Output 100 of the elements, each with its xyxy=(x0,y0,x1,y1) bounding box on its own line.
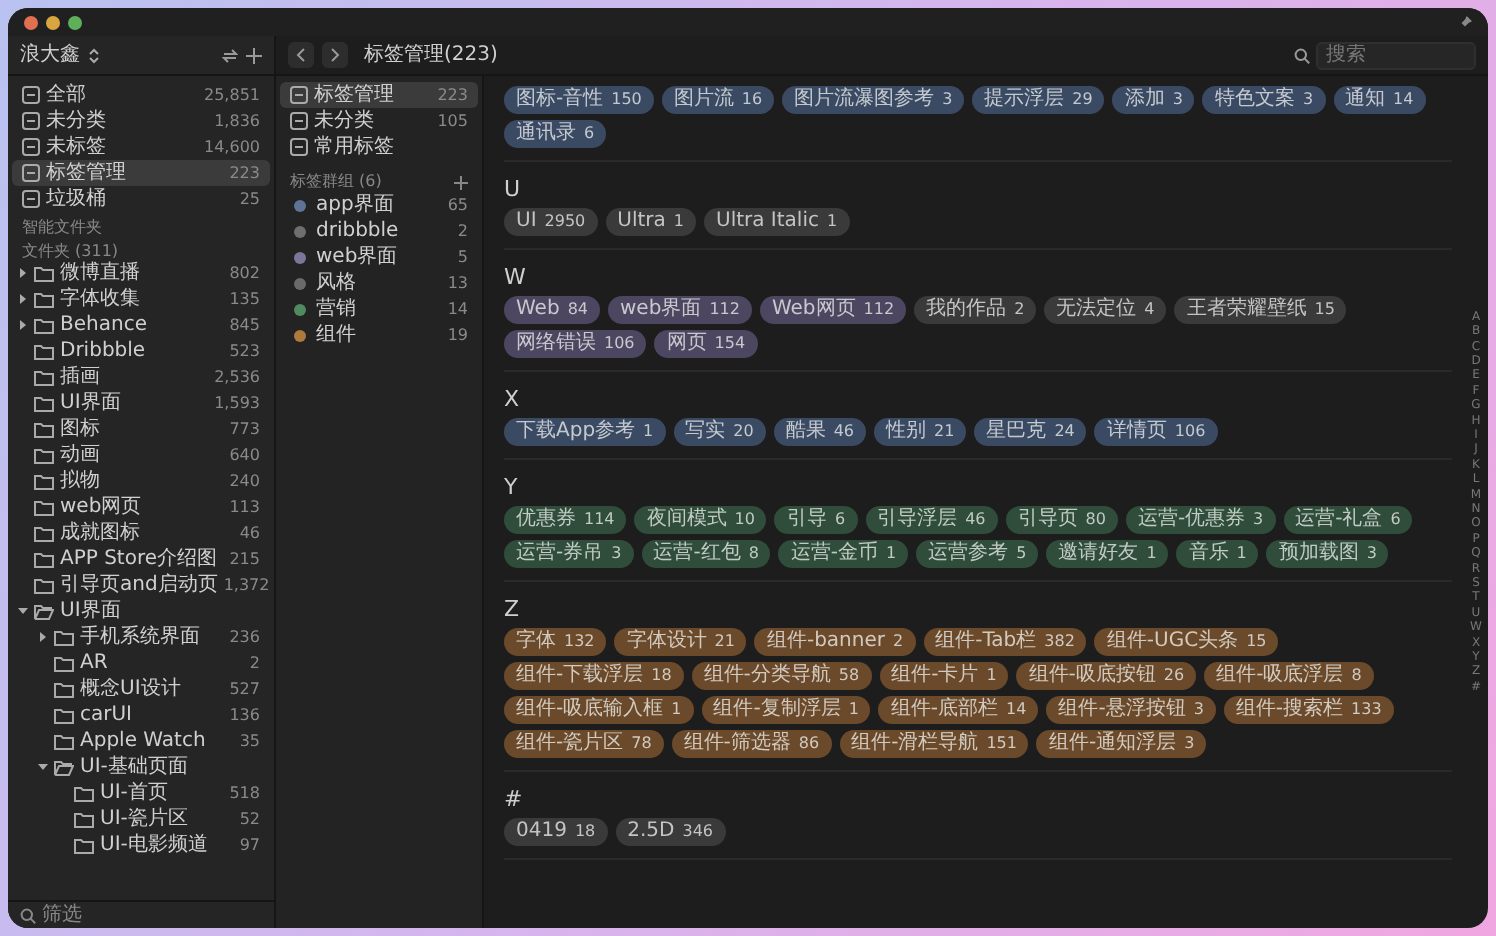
tag-chip[interactable]: 组件-复制浮层 1 xyxy=(701,696,871,724)
tag-chip[interactable]: 图片流瀑图参考 3 xyxy=(782,86,965,114)
tag-chip[interactable]: Web网页 112 xyxy=(759,296,907,324)
tag-chip[interactable]: 字体 132 xyxy=(504,628,607,656)
tag-chip[interactable]: 组件-UGC头条 15 xyxy=(1094,628,1279,656)
tag-chip[interactable]: 引导页 80 xyxy=(1005,506,1118,534)
tag-chip[interactable]: 运营-券吊 3 xyxy=(504,540,634,568)
tag-chip[interactable]: 通讯录 6 xyxy=(504,120,607,148)
tag-chip[interactable]: 组件-搜索栏 133 xyxy=(1223,696,1394,724)
tag-chip[interactable]: 组件-卡片 1 xyxy=(879,662,1009,690)
folder-item[interactable]: UI-瓷片区 52 xyxy=(12,806,270,832)
tag-chip[interactable]: 组件-悬浮按钮 3 xyxy=(1046,696,1216,724)
tag-group-item[interactable]: 风格 13 xyxy=(280,270,478,296)
tag-group-item[interactable]: 组件 19 xyxy=(280,322,478,348)
tag-chip[interactable]: 网络错误 106 xyxy=(504,330,647,358)
folder-item[interactable]: Dribbble 523 xyxy=(12,338,270,364)
tag-chip[interactable]: 我的作品 2 xyxy=(914,296,1037,324)
tag-chip[interactable]: 优惠券 114 xyxy=(504,506,627,534)
tag-chip[interactable]: Ultra 1 xyxy=(605,208,696,236)
folder-item[interactable]: UI界面 xyxy=(12,598,270,624)
folder-item[interactable]: 图标 773 xyxy=(12,416,270,442)
tag-chip[interactable]: 引导浮层 46 xyxy=(865,506,998,534)
tag-chip[interactable]: 网页 154 xyxy=(654,330,758,358)
folder-item[interactable]: Apple Watch 35 xyxy=(12,728,270,754)
tag-chip[interactable]: 酷果 46 xyxy=(773,418,867,446)
minimize-button[interactable] xyxy=(46,15,60,29)
folder-item[interactable]: 微博直播 802 xyxy=(12,260,270,286)
tag-chip[interactable]: 运营-金币 1 xyxy=(778,540,909,568)
search-field[interactable]: 搜索 xyxy=(1316,41,1476,69)
sidebar-item[interactable]: 未分类 1,836 xyxy=(12,108,270,134)
folder-item[interactable]: 引导页and启动页 1,372 xyxy=(12,572,270,598)
tag-chip[interactable]: 组件-滑栏导航 151 xyxy=(839,730,1029,758)
sidebar-item[interactable]: 未标签 14,600 xyxy=(12,134,270,160)
tag-chip[interactable]: 运营-红包 8 xyxy=(641,540,771,568)
tag-chip[interactable]: 2.5D 346 xyxy=(615,818,726,846)
tag-group-item[interactable]: 营销 14 xyxy=(280,296,478,322)
tag-panel-item[interactable]: 未分类 105 xyxy=(280,108,478,134)
folder-item[interactable]: UI-首页 518 xyxy=(12,780,270,806)
caret-down-icon[interactable] xyxy=(17,606,27,616)
caret-right-icon[interactable] xyxy=(17,294,27,304)
tag-chip[interactable]: 组件-瓷片区 78 xyxy=(504,730,664,758)
tag-chip[interactable]: 0419 18 xyxy=(504,818,608,846)
tag-chip[interactable]: Web 84 xyxy=(504,296,600,324)
tag-chip[interactable]: 字体设计 21 xyxy=(614,628,747,656)
add-icon[interactable] xyxy=(454,175,468,189)
folder-item[interactable]: 拟物 240 xyxy=(12,468,270,494)
caret-right-icon[interactable] xyxy=(17,268,27,278)
folder-item[interactable]: 插画 2,536 xyxy=(12,364,270,390)
folder-item[interactable]: 概念UI设计 527 xyxy=(12,676,270,702)
tag-group-item[interactable]: dribbble 2 xyxy=(280,218,478,244)
tag-chip[interactable]: 详情页 106 xyxy=(1094,418,1218,446)
folder-item[interactable]: carUI 136 xyxy=(12,702,270,728)
tag-panel-item[interactable]: 常用标签 xyxy=(280,134,478,160)
tag-chip[interactable]: 运营-礼盒 6 xyxy=(1283,506,1413,534)
tag-chip[interactable]: 运营-优惠券 3 xyxy=(1125,506,1276,534)
tag-group-item[interactable]: app界面 65 xyxy=(280,192,478,218)
tag-chip[interactable]: 运营参考 5 xyxy=(916,540,1039,568)
tag-chip[interactable]: 下载App参考 1 xyxy=(504,418,666,446)
tag-chip[interactable]: web界面 112 xyxy=(608,296,752,324)
tag-chip[interactable]: 预加载图 3 xyxy=(1266,540,1389,568)
tag-chip[interactable]: UI 2950 xyxy=(504,208,598,236)
tag-chip[interactable]: 组件-底部栏 14 xyxy=(878,696,1039,724)
caret-down-icon[interactable] xyxy=(37,762,47,772)
tag-group-item[interactable]: web界面 5 xyxy=(280,244,478,270)
tag-chip[interactable]: 引导 6 xyxy=(774,506,858,534)
tag-chip[interactable]: 性别 21 xyxy=(874,418,967,446)
tag-chip[interactable]: 星巴克 24 xyxy=(974,418,1087,446)
tag-chip[interactable]: 添加 3 xyxy=(1112,86,1195,114)
tag-chip[interactable]: 王者荣耀壁纸 15 xyxy=(1174,296,1347,324)
filter-label[interactable]: 筛选 xyxy=(42,900,82,928)
close-button[interactable] xyxy=(24,15,38,29)
folder-item[interactable]: 手机系统界面 236 xyxy=(12,624,270,650)
folder-item[interactable]: Behance 845 xyxy=(12,312,270,338)
folder-item[interactable]: UI-电影频道 97 xyxy=(12,832,270,858)
sidebar-item[interactable]: 标签管理 223 xyxy=(12,160,270,186)
folder-item[interactable]: APP Store介绍图 215 xyxy=(12,546,270,572)
tag-chip[interactable]: 组件-筛选器 86 xyxy=(671,730,832,758)
tag-chip[interactable]: 提示浮层 29 xyxy=(972,86,1105,114)
tag-chip[interactable]: 组件-分类导航 58 xyxy=(691,662,872,690)
folder-item[interactable]: 字体收集 135 xyxy=(12,286,270,312)
tag-chip[interactable]: 无法定位 4 xyxy=(1044,296,1167,324)
tag-chip[interactable]: 邀请好友 1 xyxy=(1046,540,1169,568)
tag-chip[interactable]: 组件-吸底按钮 26 xyxy=(1016,662,1197,690)
folder-item[interactable]: 成就图标 46 xyxy=(12,520,270,546)
account-selector[interactable]: 浪大鑫 xyxy=(20,40,80,70)
tag-chip[interactable]: 音乐 1 xyxy=(1176,540,1259,568)
folder-item[interactable]: UI-基础页面 xyxy=(12,754,270,780)
tag-panel-item[interactable]: 标签管理 223 xyxy=(280,82,478,108)
sidebar-item[interactable]: 全部 25,851 xyxy=(12,82,270,108)
tag-chip[interactable]: 图片流 16 xyxy=(661,86,775,114)
tag-chip[interactable]: Ultra Italic 1 xyxy=(704,208,850,236)
caret-right-icon[interactable] xyxy=(37,632,47,642)
caret-right-icon[interactable] xyxy=(17,320,27,330)
tag-chip[interactable]: 夜间模式 10 xyxy=(634,506,767,534)
tag-chip[interactable]: 组件-吸底输入框 1 xyxy=(504,696,694,724)
add-icon[interactable] xyxy=(246,47,262,63)
back-button[interactable] xyxy=(288,42,314,68)
folder-item[interactable]: web网页 113 xyxy=(12,494,270,520)
tag-chip[interactable]: 组件-banner 2 xyxy=(754,628,916,656)
tag-chip[interactable]: 组件-吸底浮层 8 xyxy=(1204,662,1374,690)
